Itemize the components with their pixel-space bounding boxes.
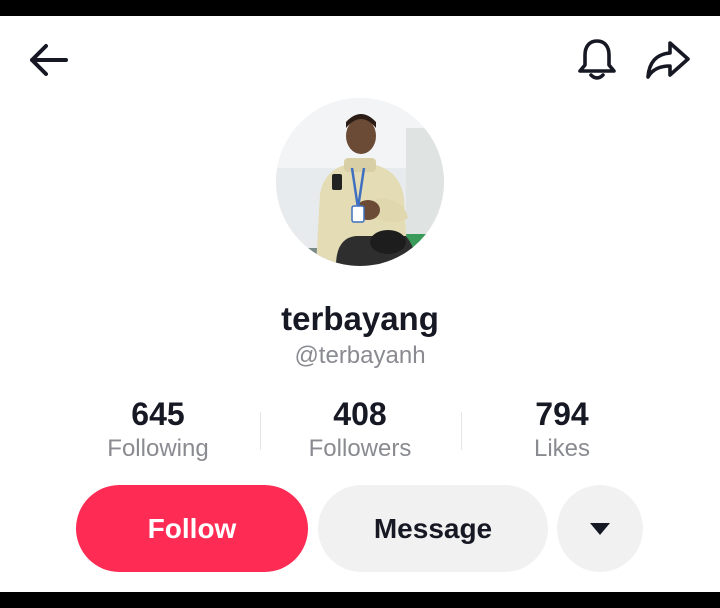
follow-button[interactable]: Follow <box>76 485 308 572</box>
share-button[interactable] <box>640 36 696 84</box>
stat-label: Followers <box>308 435 412 462</box>
more-options-button[interactable] <box>557 485 643 572</box>
stat-label: Following <box>107 435 209 462</box>
stat-value: 408 <box>333 396 387 432</box>
stat-followers[interactable]: 408 Followers <box>260 394 460 464</box>
notification-bell-button[interactable] <box>572 34 622 86</box>
back-button[interactable] <box>22 38 74 82</box>
stat-value: 794 <box>535 396 589 432</box>
display-name: terbayang <box>281 300 439 337</box>
stat-value: 645 <box>131 396 185 432</box>
message-button[interactable]: Message <box>318 485 548 572</box>
avatar-photo <box>276 98 444 266</box>
avatar[interactable] <box>276 98 444 266</box>
caret-down-icon <box>590 522 610 535</box>
share-arrow-icon <box>646 41 690 79</box>
stat-label: Likes <box>533 435 591 462</box>
stat-likes[interactable]: 794 Likes <box>462 394 662 464</box>
arrow-left-icon <box>30 44 68 76</box>
stat-following[interactable]: 645 Following <box>58 394 258 464</box>
bell-icon <box>578 39 616 80</box>
username: @terbayanh <box>294 342 426 369</box>
profile-screen: terbayang @terbayanh 645 Following 408 F… <box>0 16 720 592</box>
